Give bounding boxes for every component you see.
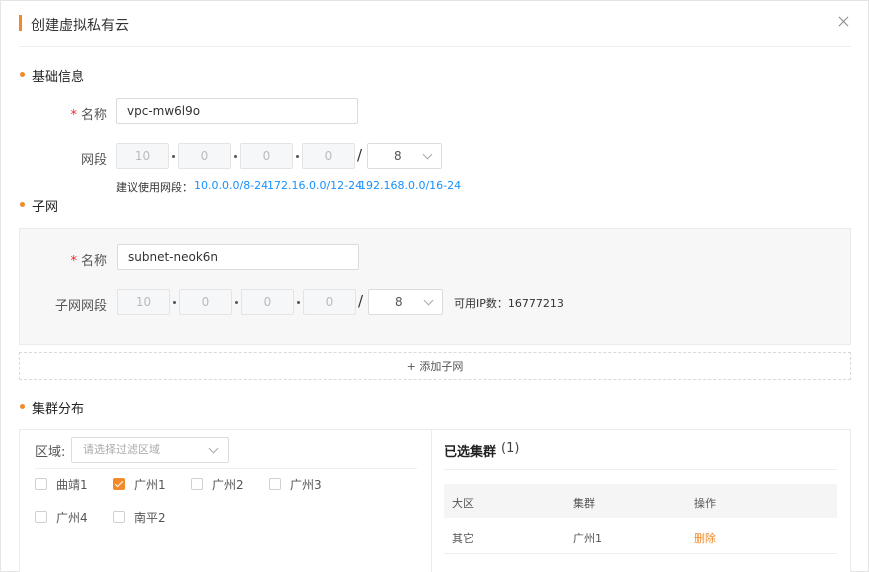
available-ip-count: 可用IP数：16777213 [454,297,564,310]
octet-separator [296,155,299,158]
suggest-link-172[interactable]: 172.16.0.0/12-24 [267,179,362,192]
suggest-link-10[interactable]: 10.0.0.0/8-24 [194,179,268,192]
suggest-label: 建议使用网段： [116,181,193,194]
picker-divider [35,468,417,469]
dialog-title: 创建虚拟私有云 [31,18,129,34]
close-icon[interactable] [835,13,853,31]
vpc-mask-value: 8 [394,149,402,163]
subnet-mask-select[interactable]: 8 [368,289,443,315]
octet-separator [234,155,237,158]
vpc-name-label-text: 名称 [80,108,107,123]
region-filter-placeholder: 请选择过滤区域 [83,443,160,456]
suggest-link-192[interactable]: 192.168.0.0/16-24 [359,179,461,192]
chevron-down-icon [208,443,219,454]
section-title-subnet: 子网 [32,200,59,215]
table-header-cluster: 集群 [573,497,595,510]
checkbox-label-qujing1: 曲靖1 [56,478,88,492]
checkbox-label-nanping2: 南平2 [134,511,166,525]
vpc-mask-select[interactable]: 8 [367,143,442,169]
subnet-cidr-label: 子网网段 [54,299,107,314]
table-header-region: 大区 [452,497,474,510]
checkbox-guangzhou3[interactable] [269,478,281,490]
region-filter-select[interactable]: 请选择过滤区域 [71,437,229,463]
checkbox-qujing1[interactable] [35,478,47,490]
selected-divider [444,469,837,470]
selected-count: (1) [501,441,520,456]
section-title-basic: 基础信息 [32,70,85,85]
vpc-cidr-label: 网段 [80,153,107,168]
section-title-cluster: 集群分布 [32,402,85,417]
vpc-name-label: * 名称 [41,104,107,123]
checkbox-nanping2[interactable] [113,511,125,523]
delete-cluster-link[interactable]: 删除 [694,530,716,546]
subnet-cidr-octet-1[interactable]: 10 [117,289,170,315]
create-vpc-dialog: 创建虚拟私有云 基础信息 * 名称 vpc-mw6l9o 网段 10 0 0 0 … [0,0,869,572]
region-label: 区域: [35,445,66,460]
table-header-row [444,484,837,518]
octet-separator [173,301,176,304]
section-dot-icon [20,202,25,207]
required-mark: * [70,108,77,123]
vpc-name-input[interactable]: vpc-mw6l9o [116,98,358,124]
octet-separator [235,301,238,304]
subnet-name-input[interactable]: subnet-neok6n [117,244,359,270]
octet-separator [297,301,300,304]
table-header-action: 操作 [694,497,716,510]
vpc-cidr-octet-4[interactable]: 0 [302,143,355,169]
selected-title: 已选集群 [444,445,497,460]
octet-separator [172,155,175,158]
vpc-cidr-octet-1[interactable]: 10 [116,143,169,169]
table-cell-cluster: 广州1 [573,532,602,545]
checkbox-guangzhou4[interactable] [35,511,47,523]
checkbox-label-guangzhou4: 广州4 [56,511,88,525]
table-row-divider [444,553,837,554]
mask-slash: / [357,146,363,164]
subnet-name-label: * 名称 [41,250,107,269]
checkbox-label-guangzhou3: 广州3 [290,478,322,492]
checkbox-guangzhou1[interactable] [113,478,125,490]
subnet-cidr-octet-3[interactable]: 0 [241,289,294,315]
checkbox-label-guangzhou1: 广州1 [134,478,166,492]
title-accent-bar [19,15,22,31]
subnet-mask-value: 8 [395,295,403,309]
vpc-cidr-octet-2[interactable]: 0 [178,143,231,169]
section-dot-icon [20,404,25,409]
checkbox-guangzhou2[interactable] [191,478,203,490]
mask-slash: / [358,292,364,310]
chevron-down-icon [422,149,433,160]
vpc-cidr-octet-3[interactable]: 0 [240,143,293,169]
table-cell-region: 其它 [452,532,474,545]
section-dot-icon [20,72,25,77]
subnet-name-label-text: 名称 [80,254,107,269]
header-divider [19,46,851,47]
required-mark: * [70,254,77,269]
chevron-down-icon [423,295,434,306]
add-subnet-button[interactable]: + 添加子网 [19,352,851,380]
checkbox-label-guangzhou2: 广州2 [212,478,244,492]
subnet-cidr-octet-2[interactable]: 0 [179,289,232,315]
subnet-cidr-octet-4[interactable]: 0 [303,289,356,315]
